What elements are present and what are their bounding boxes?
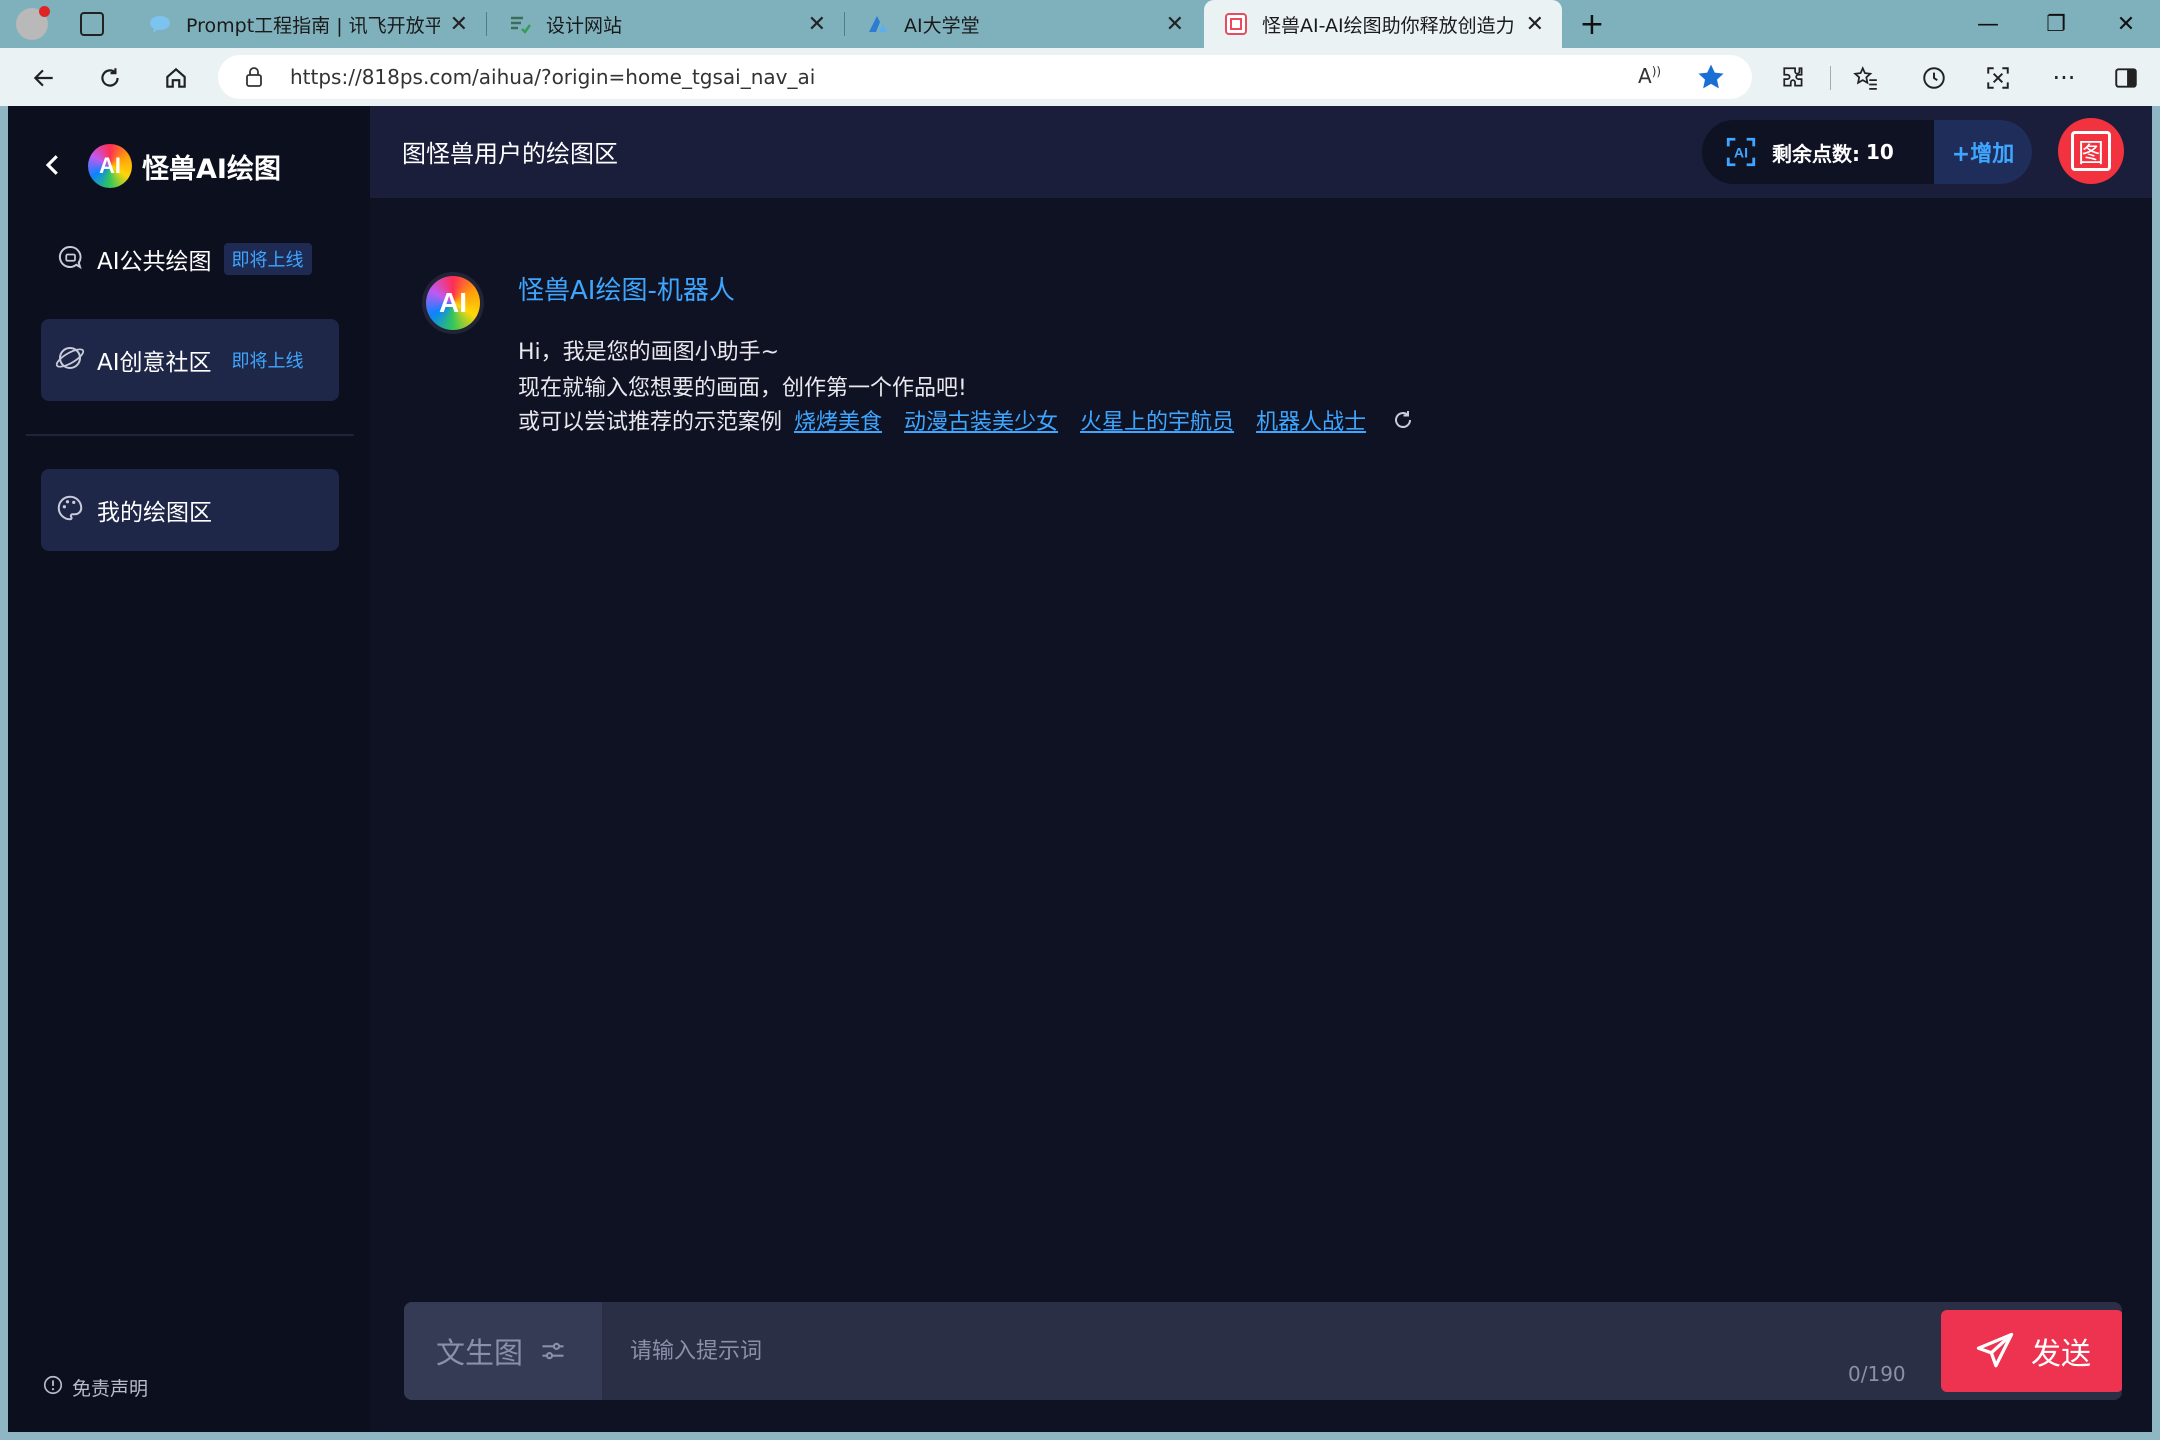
example-link-robot-warrior[interactable]: 机器人战士 bbox=[1256, 404, 1366, 436]
tab-separator bbox=[844, 12, 845, 36]
points-panel: AI 剩余点数: 10 +增加 bbox=[1702, 120, 2032, 184]
window-close-icon[interactable]: ✕ bbox=[2092, 0, 2160, 48]
tuguaishou-favicon-icon bbox=[1224, 12, 1248, 36]
example-prompts: 或可以尝试推荐的示范案例 烧烤美食 动漫古装美少女 火星上的宇航员 机器人战士 bbox=[518, 404, 1416, 436]
sidebar-item-creative-community[interactable]: AI创意社区 即将上线 bbox=[41, 319, 339, 401]
page-title: 图怪兽用户的绘图区 bbox=[402, 140, 618, 168]
url-text: https://818ps.com/aihua/?origin=home_tgs… bbox=[290, 65, 816, 89]
tab-prompt-guide[interactable]: Prompt工程指南 | 讯飞开放平台 ✕ bbox=[128, 0, 486, 48]
svg-text:AI: AI bbox=[1734, 146, 1748, 162]
paper-plane-icon bbox=[1973, 1329, 2017, 1373]
char-counter: 0/190 bbox=[1848, 1362, 1906, 1386]
prompt-composer: 文生图 0/190 发送 bbox=[404, 1302, 2122, 1400]
ai-school-logo-icon bbox=[866, 12, 890, 36]
palette-icon bbox=[55, 493, 85, 527]
close-icon[interactable]: ✕ bbox=[450, 12, 468, 37]
info-icon bbox=[42, 1374, 64, 1401]
history-icon[interactable] bbox=[1914, 58, 1954, 98]
gallery-chat-icon bbox=[55, 242, 85, 276]
coming-soon-badge: 即将上线 bbox=[223, 243, 312, 275]
ai-scan-icon: AI bbox=[1724, 135, 1758, 169]
app-container: AI 怪兽AI绘图 AI公共绘图 即将上线 AI创意社区 即将上线 我的绘图区 bbox=[8, 106, 2152, 1432]
back-chevron-icon[interactable] bbox=[38, 150, 68, 180]
example-link-mars-astronaut[interactable]: 火星上的宇航员 bbox=[1080, 404, 1234, 436]
profile-icon[interactable] bbox=[16, 6, 50, 40]
minimize-icon[interactable]: — bbox=[1954, 0, 2022, 48]
sidebar-item-public-drawing[interactable]: AI公共绘图 即将上线 bbox=[41, 218, 339, 300]
points-value: 10 bbox=[1866, 140, 1894, 164]
tab-design-sites[interactable]: 设计网站 ✕ bbox=[488, 0, 844, 48]
list-check-icon bbox=[508, 12, 532, 36]
planet-icon bbox=[55, 343, 85, 377]
new-tab-icon[interactable]: + bbox=[1574, 6, 1610, 42]
favorites-icon[interactable] bbox=[1846, 58, 1886, 98]
bot-instruction: 现在就输入您想要的画面，创作第一个作品吧! bbox=[518, 376, 967, 401]
app-logo: AI 怪兽AI绘图 bbox=[88, 136, 281, 196]
bot-name: 怪兽AI绘图-机器人 bbox=[518, 276, 735, 306]
chat-bubble-icon bbox=[148, 12, 172, 36]
browser-tab-strip: Prompt工程指南 | 讯飞开放平台 ✕ 设计网站 ✕ AI大学堂 ✕ 怪兽A… bbox=[0, 0, 2160, 48]
app-name: 怪兽AI绘图 bbox=[142, 153, 281, 185]
extensions-icon[interactable] bbox=[1774, 58, 1814, 98]
example-link-bbq[interactable]: 烧烤美食 bbox=[794, 404, 882, 436]
favorite-star-icon[interactable] bbox=[1696, 62, 1726, 96]
add-points-button[interactable]: +增加 bbox=[1934, 120, 2032, 184]
sidebar-item-my-drawings[interactable]: 我的绘图区 bbox=[41, 469, 339, 551]
prompt-input[interactable] bbox=[602, 1302, 1902, 1400]
lock-icon[interactable] bbox=[244, 66, 264, 92]
refresh-icon[interactable] bbox=[88, 56, 132, 100]
toolbar-divider bbox=[1830, 66, 1831, 90]
sidebar-toggle-icon[interactable] bbox=[2106, 58, 2146, 98]
user-avatar[interactable]: 图 bbox=[2058, 118, 2124, 184]
main-header: 图怪兽用户的绘图区 AI 剩余点数: 10 +增加 图 bbox=[370, 106, 2152, 198]
avatar-glyph: 图 bbox=[2071, 131, 2111, 171]
send-button[interactable]: 发送 bbox=[1941, 1310, 2122, 1392]
bot-greeting: Hi，我是您的画图小助手~ bbox=[518, 340, 780, 365]
tab-separator bbox=[486, 12, 487, 36]
ai-logo-icon: AI bbox=[88, 144, 132, 188]
address-bar[interactable]: https://818ps.com/aihua/?origin=home_tgs… bbox=[218, 55, 1752, 99]
read-aloud-icon[interactable]: A)) bbox=[1638, 64, 1661, 88]
screenshot-icon[interactable] bbox=[1978, 58, 2018, 98]
bot-avatar: AI bbox=[422, 272, 484, 334]
browser-toolbar: https://818ps.com/aihua/?origin=home_tgs… bbox=[0, 48, 2160, 106]
tab-active-guaishou-ai[interactable]: 怪兽AI-AI绘图助你释放创造力 ✕ bbox=[1204, 0, 1562, 48]
close-icon[interactable]: ✕ bbox=[808, 12, 826, 37]
back-arrow-icon[interactable] bbox=[22, 56, 66, 100]
tab-ai-school[interactable]: AI大学堂 ✕ bbox=[846, 0, 1202, 48]
sidebar: AI 怪兽AI绘图 AI公共绘图 即将上线 AI创意社区 即将上线 我的绘图区 bbox=[8, 106, 370, 1432]
tab-actions-icon[interactable] bbox=[80, 12, 104, 36]
sliders-icon bbox=[539, 1337, 567, 1365]
close-icon[interactable]: ✕ bbox=[1166, 12, 1184, 37]
home-icon[interactable] bbox=[154, 56, 198, 100]
example-link-anime-girl[interactable]: 动漫古装美少女 bbox=[904, 404, 1058, 436]
mode-selector[interactable]: 文生图 bbox=[404, 1302, 602, 1400]
notification-dot-icon bbox=[39, 6, 50, 17]
disclaimer-link[interactable]: 免责声明 bbox=[42, 1374, 148, 1401]
restore-icon[interactable]: ❐ bbox=[2022, 0, 2090, 48]
sidebar-divider bbox=[26, 434, 354, 436]
refresh-examples-icon[interactable] bbox=[1390, 407, 1416, 433]
ai-logo-icon: AI bbox=[426, 276, 480, 330]
coming-soon-badge: 即将上线 bbox=[231, 351, 304, 372]
close-icon[interactable]: ✕ bbox=[1526, 12, 1544, 37]
more-options-icon[interactable]: ··· bbox=[2044, 58, 2084, 98]
